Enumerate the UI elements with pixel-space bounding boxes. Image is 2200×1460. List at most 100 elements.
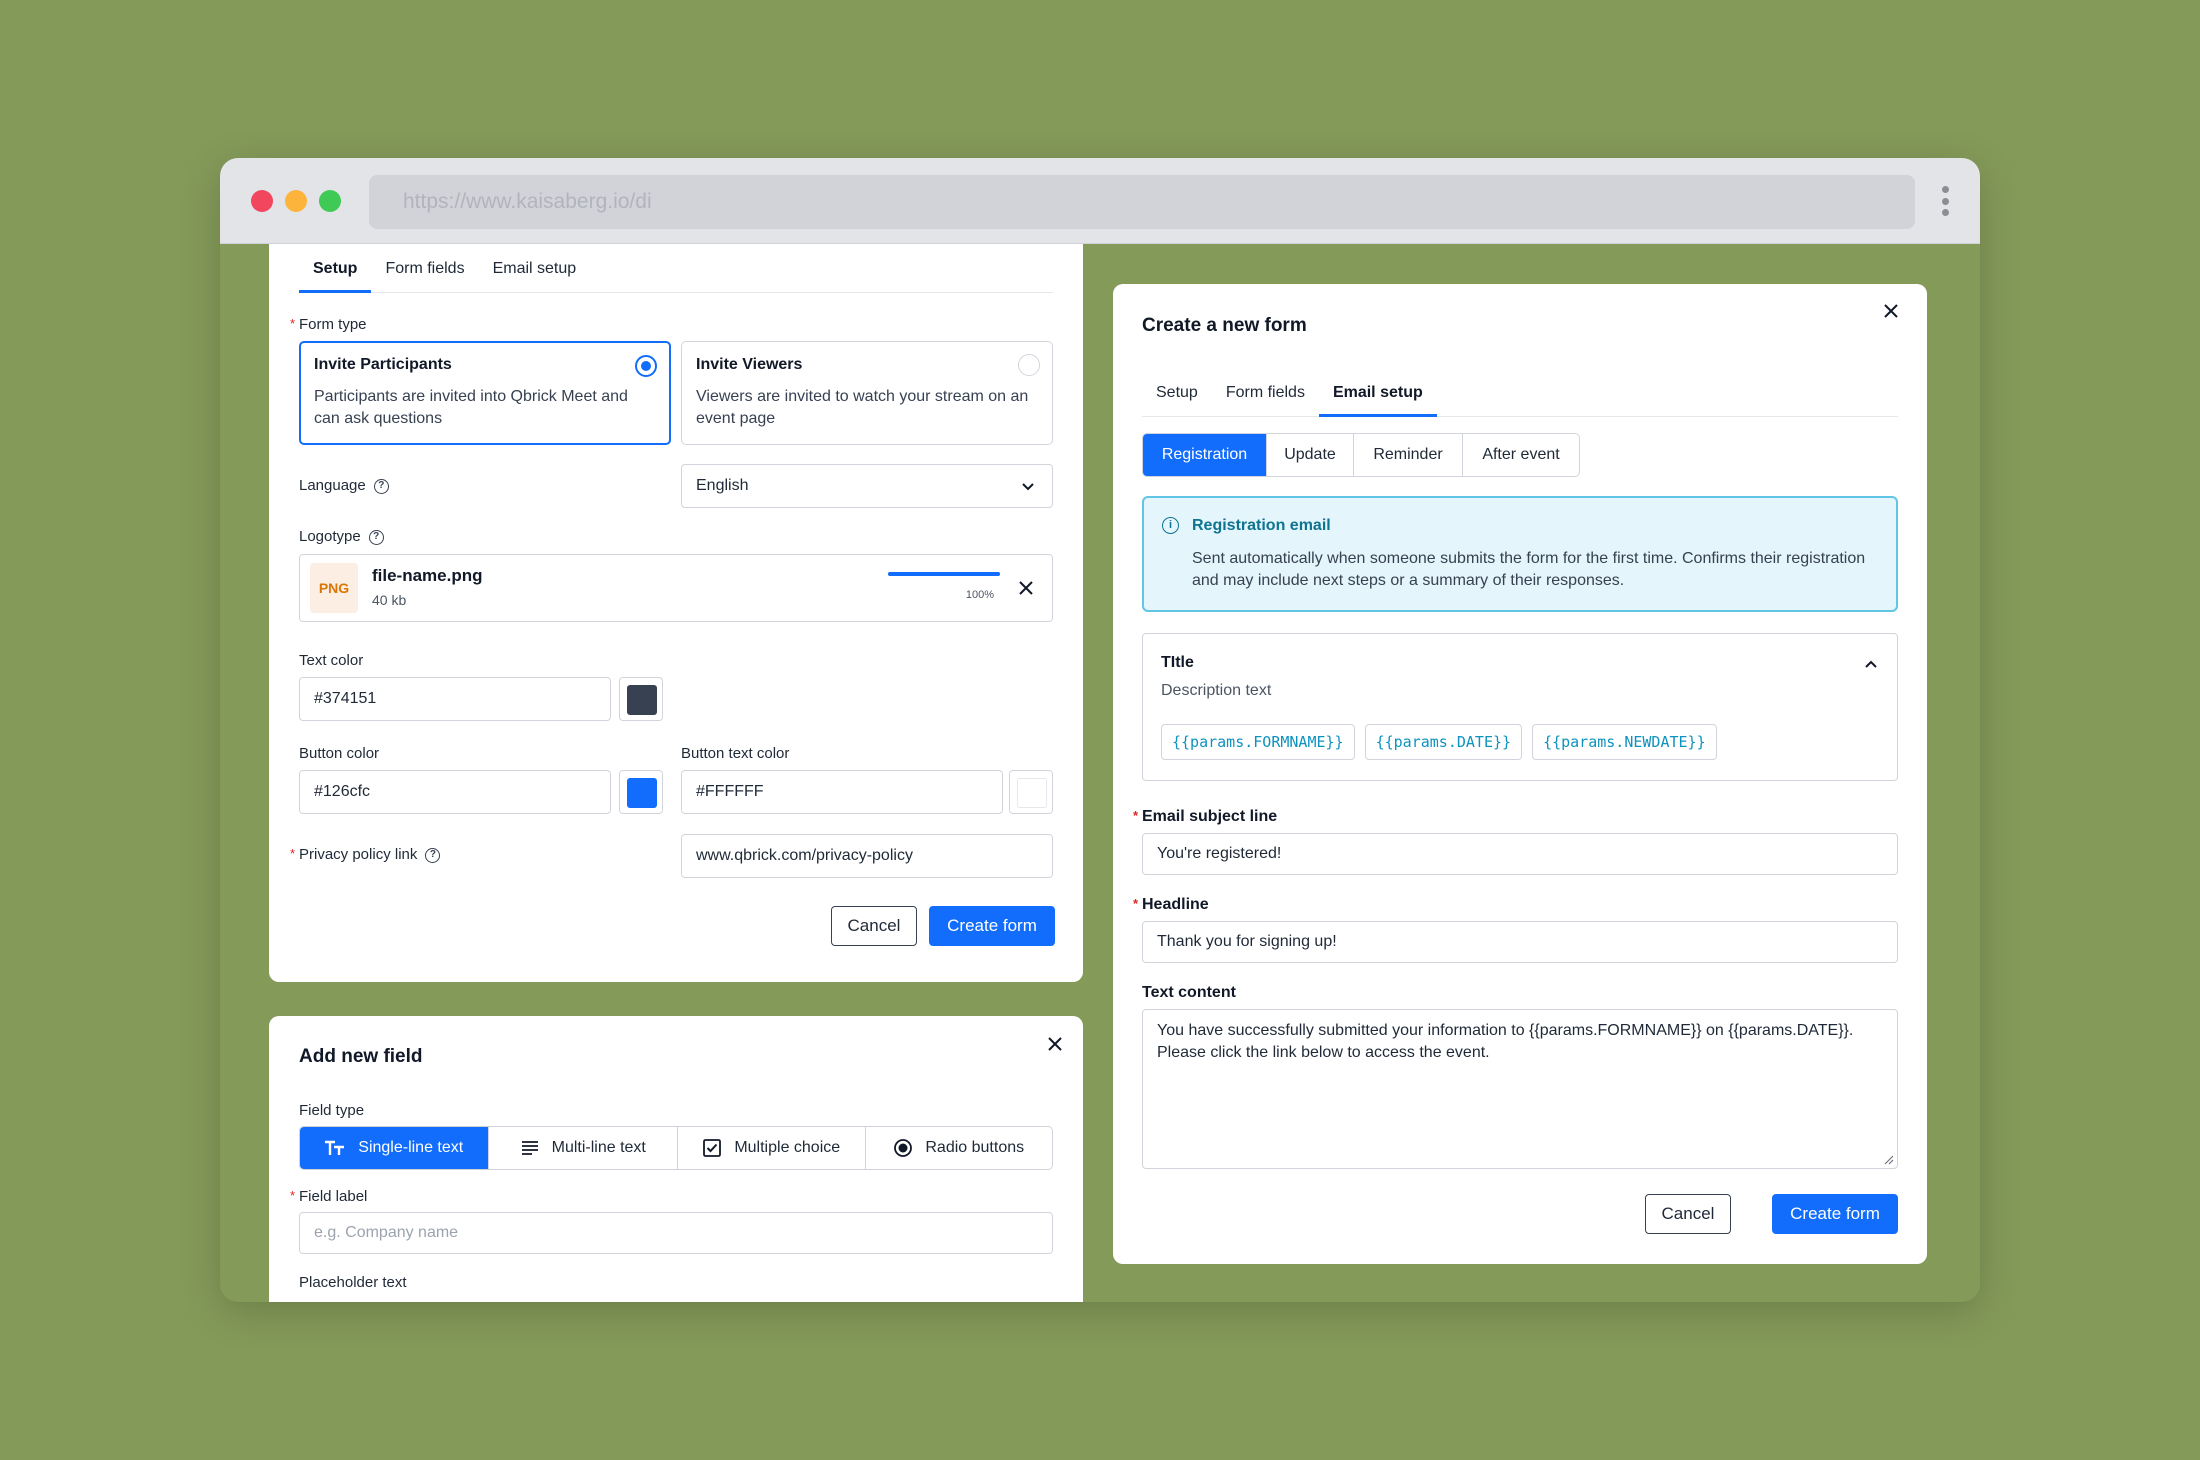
uploaded-file: PNG file-name.png 40 kb 100% — [299, 554, 1053, 622]
create-form-button[interactable]: Create form — [1772, 1194, 1898, 1234]
language-value: English — [696, 477, 749, 494]
close-icon[interactable] — [1045, 1034, 1065, 1054]
accordion-description: Description text — [1161, 682, 1272, 699]
field-type-label-text: Radio buttons — [925, 1139, 1025, 1156]
option-invite-viewers[interactable]: Invite Viewers Viewers are invited to wa… — [681, 341, 1053, 445]
placeholder-text-label: Placeholder text — [299, 1274, 407, 1291]
option-title: Invite Viewers — [696, 356, 803, 373]
field-type-label-text: Multi-line text — [551, 1139, 646, 1156]
lines-icon — [521, 1141, 538, 1155]
privacy-policy-label-text: Privacy policy link — [299, 846, 418, 863]
remove-file-icon[interactable] — [1016, 578, 1036, 598]
form-type-label: Form type — [290, 316, 366, 333]
chevron-up-icon[interactable] — [1863, 656, 1879, 672]
logotype-label-text: Logotype — [299, 528, 361, 545]
param-chip-newdate[interactable]: {{params.NEWDATE}} — [1532, 724, 1717, 760]
file-size: 40 kb — [372, 592, 407, 608]
address-bar[interactable]: https://www.kaisaberg.io/di — [369, 175, 1915, 229]
segment-reminder[interactable]: Reminder — [1354, 434, 1463, 476]
field-type-single-line[interactable]: Single-line text — [300, 1127, 489, 1169]
tab-setup[interactable]: Setup — [1142, 378, 1212, 416]
close-icon[interactable] — [1881, 301, 1901, 321]
email-card-tabs: Setup Form fields Email setup — [1142, 378, 1898, 417]
cancel-button[interactable]: Cancel — [1645, 1194, 1731, 1234]
segment-update[interactable]: Update — [1267, 434, 1354, 476]
add-field-title: Add new field — [299, 1046, 423, 1067]
field-type-multiple-choice[interactable]: Multiple choice — [678, 1127, 866, 1169]
text-content-textarea[interactable]: You have successfully submitted your inf… — [1142, 1009, 1898, 1169]
chevron-down-icon — [1022, 483, 1034, 491]
button-color-swatch[interactable] — [619, 770, 663, 814]
button-color-input[interactable]: #126cfc — [299, 770, 611, 814]
upload-progress-fill — [888, 572, 1000, 576]
file-name: file-name.png — [372, 566, 483, 585]
field-type-label-text: Single-line text — [358, 1139, 464, 1156]
field-type-selector: Single-line text Multi-line text Multipl… — [299, 1126, 1053, 1170]
logotype-label: Logotype? — [299, 528, 384, 545]
field-label-input[interactable]: e.g. Company name — [299, 1212, 1053, 1254]
field-type-radio-buttons[interactable]: Radio buttons — [866, 1127, 1053, 1169]
more-options-icon[interactable] — [1942, 186, 1950, 216]
close-window-button[interactable] — [251, 190, 273, 212]
param-chip-formname[interactable]: {{params.FORMNAME}} — [1161, 724, 1355, 760]
button-text-color-swatch[interactable] — [1009, 770, 1053, 814]
language-select[interactable]: English — [681, 464, 1053, 508]
text-color-input[interactable]: #374151 — [299, 677, 611, 721]
param-chips: {{params.FORMNAME}} {{params.DATE}} {{pa… — [1161, 724, 1717, 760]
tab-email-setup[interactable]: Email setup — [479, 254, 591, 292]
page-viewport: Setup Form fields Email setup Form type … — [220, 244, 1980, 1302]
png-file-icon: PNG — [310, 563, 358, 613]
help-icon[interactable]: ? — [368, 529, 384, 545]
upload-progress-bar — [888, 572, 1000, 576]
help-icon[interactable]: ? — [373, 478, 389, 494]
email-setup-card: Create a new form Setup Form fields Emai… — [1113, 284, 1927, 1264]
setup-tabs: Setup Form fields Email setup — [299, 254, 1053, 293]
create-form-title: Create a new form — [1142, 315, 1307, 336]
segment-after-event[interactable]: After event — [1463, 434, 1579, 476]
option-description: Viewers are invited to watch your stream… — [696, 388, 1029, 427]
privacy-policy-label: Privacy policy link? — [290, 846, 441, 863]
button-text-color-label: Button text color — [681, 745, 790, 762]
radio-selected-icon[interactable] — [635, 355, 657, 377]
tab-form-fields[interactable]: Form fields — [1212, 378, 1319, 416]
accordion-title: TItle — [1161, 654, 1194, 671]
param-chip-date[interactable]: {{params.DATE}} — [1364, 724, 1523, 760]
option-description: Participants are invited into Qbrick Mee… — [314, 388, 628, 427]
color-swatch — [627, 685, 657, 715]
radio-unselected-icon[interactable] — [1018, 354, 1040, 376]
add-field-card: Add new field Field type Single-line tex… — [269, 1016, 1083, 1302]
button-color-label: Button color — [299, 745, 380, 762]
cancel-button[interactable]: Cancel — [831, 906, 917, 946]
headline-input[interactable]: Thank you for signing up! — [1142, 921, 1898, 963]
upload-progress-text: 100% — [965, 589, 994, 601]
info-title: Registration email — [1192, 517, 1331, 534]
text-color-swatch[interactable] — [619, 677, 663, 721]
email-subject-input[interactable]: You're registered! — [1142, 833, 1898, 875]
email-template-accordion: TItle Description text {{params.FORMNAME… — [1142, 633, 1898, 781]
field-label-label: Field label — [290, 1188, 367, 1205]
maximize-window-button[interactable] — [319, 190, 341, 212]
option-invite-participants[interactable]: Invite Participants Participants are inv… — [299, 341, 671, 445]
text-color-label: Text color — [299, 652, 364, 669]
create-form-button[interactable]: Create form — [929, 906, 1055, 946]
email-type-selector: Registration Update Reminder After event — [1142, 433, 1580, 477]
field-type-multi-line[interactable]: Multi-line text — [489, 1127, 678, 1169]
checkbox-icon — [703, 1139, 722, 1157]
segment-registration[interactable]: Registration — [1143, 434, 1267, 476]
browser-window: https://www.kaisaberg.io/di Setup Form f… — [220, 158, 1980, 1302]
privacy-policy-input[interactable]: www.qbrick.com/privacy-policy — [681, 834, 1053, 878]
text-content-value: You have successfully submitted your inf… — [1157, 1022, 1854, 1061]
registration-info-banner: i Registration email Sent automatically … — [1142, 496, 1898, 612]
help-icon[interactable]: ? — [425, 847, 441, 863]
field-type-label: Field type — [299, 1102, 365, 1119]
text-type-icon — [325, 1140, 345, 1155]
field-type-label-text: Multiple choice — [734, 1139, 841, 1156]
tab-form-fields[interactable]: Form fields — [371, 254, 478, 292]
tab-setup[interactable]: Setup — [299, 254, 372, 293]
button-text-color-input[interactable]: #FFFFFF — [681, 770, 1003, 814]
tab-email-setup[interactable]: Email setup — [1318, 378, 1437, 417]
setup-form-card: Setup Form fields Email setup Form type … — [269, 244, 1083, 982]
minimize-window-button[interactable] — [285, 190, 307, 212]
color-swatch — [627, 778, 657, 808]
resize-handle-icon[interactable] — [1882, 1153, 1894, 1165]
